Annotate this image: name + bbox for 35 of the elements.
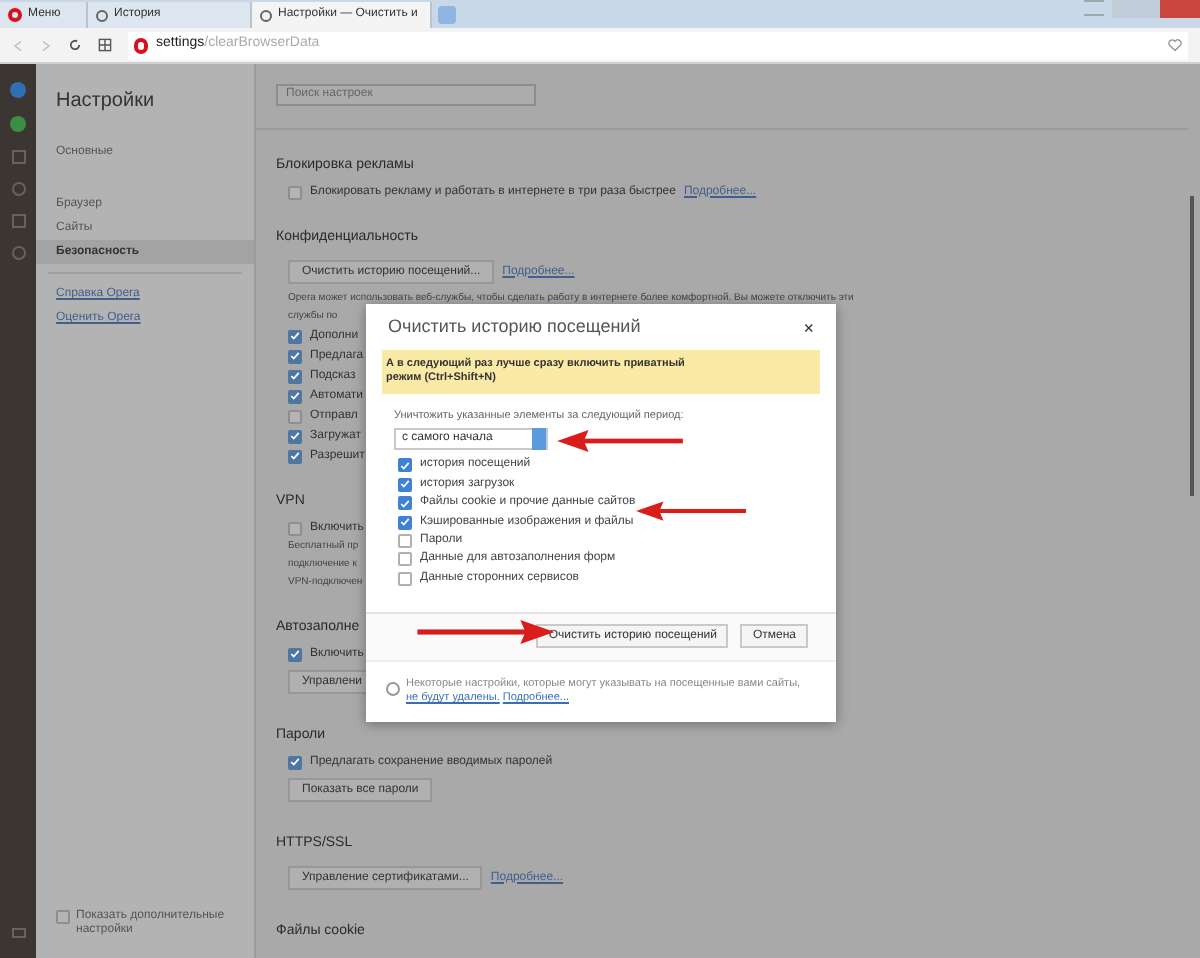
checkbox[interactable]: [398, 552, 412, 567]
checkbox[interactable]: [288, 521, 302, 535]
dropdown-icon: [532, 428, 546, 451]
info-icon: [386, 681, 400, 696]
checkbox[interactable]: [288, 185, 302, 199]
checkbox[interactable]: [398, 515, 412, 530]
dialog-title: Очистить историю посещений: [388, 314, 641, 341]
new-tab-button[interactable]: [438, 6, 456, 24]
checkbox[interactable]: [288, 329, 302, 343]
arrow-icon: [636, 500, 746, 522]
panel-icon[interactable]: [11, 928, 25, 938]
back-icon[interactable]: [12, 39, 24, 51]
checkbox[interactable]: [398, 571, 412, 586]
checkbox[interactable]: [288, 647, 302, 661]
checkbox[interactable]: [398, 496, 412, 511]
messenger-icon[interactable]: [10, 82, 26, 98]
menu-icon[interactable]: [1084, 0, 1104, 16]
checkbox[interactable]: [288, 409, 302, 423]
checkbox[interactable]: [288, 449, 302, 463]
checkbox[interactable]: [288, 389, 302, 403]
forward-icon[interactable]: [40, 39, 52, 51]
checkbox[interactable]: [398, 534, 412, 548]
checkbox[interactable]: [288, 349, 302, 363]
checkbox[interactable]: [398, 477, 412, 492]
settings-title: Настройки: [56, 88, 157, 116]
chat-icon[interactable]: [10, 116, 26, 132]
checkbox[interactable]: [288, 369, 302, 383]
checkbox[interactable]: [288, 755, 302, 769]
opera-logo-icon: [134, 37, 148, 53]
opera-logo-icon: [8, 8, 22, 22]
checkbox[interactable]: [398, 458, 412, 473]
checkbox[interactable]: [56, 910, 70, 924]
checkbox[interactable]: [288, 429, 302, 443]
close-button[interactable]: ×: [803, 319, 814, 337]
reload-icon[interactable]: [68, 38, 82, 52]
